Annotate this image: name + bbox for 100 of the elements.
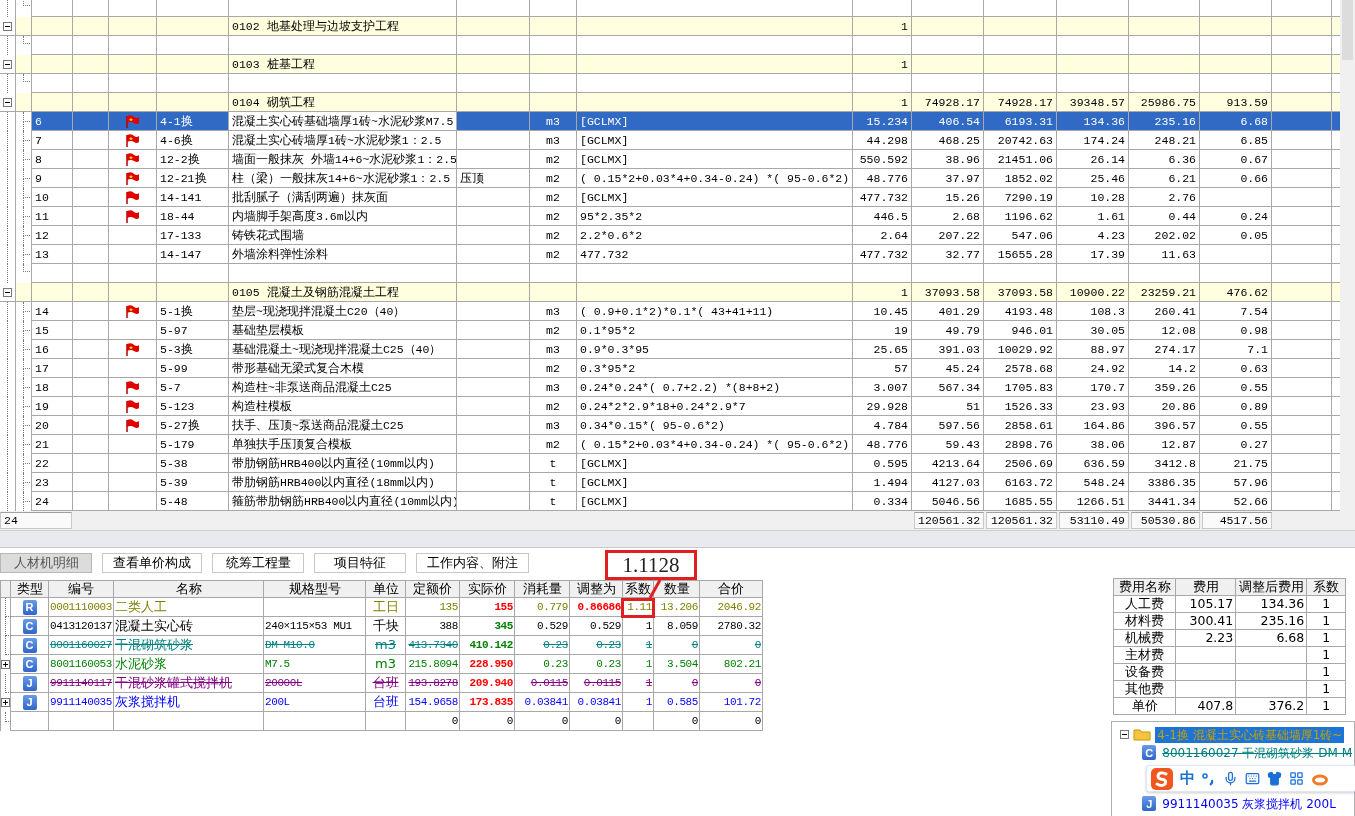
column-header[interactable]: 规格型号 xyxy=(264,581,366,598)
column-header[interactable]: 调整后费用 xyxy=(1236,579,1308,596)
column-header[interactable]: 单位 xyxy=(366,581,406,598)
table-cell: 其他费 xyxy=(1114,681,1177,698)
quantity-cell: 0 xyxy=(654,712,700,731)
coefficient-cell: 1 xyxy=(623,617,654,636)
group-row[interactable]: 0102 地基处理与边坡支护工程 1 xyxy=(16,17,1340,36)
tree-connector xyxy=(5,712,11,722)
keyboard-icon[interactable] xyxy=(1245,771,1261,786)
amount-cell: 11.63 xyxy=(1129,245,1200,264)
total-value: 53110.49 xyxy=(1059,512,1129,529)
shirt-icon[interactable] xyxy=(1267,771,1283,786)
tab[interactable]: 工作内容、附注 xyxy=(416,553,529,573)
tab[interactable]: 统筹工程量 xyxy=(212,553,304,573)
resource-name: 干混砌筑砂浆 xyxy=(114,636,264,655)
collapse-icon[interactable] xyxy=(3,21,12,31)
price-cell: 209.940 xyxy=(460,674,515,693)
group-row[interactable]: 0104 砌筑工程 1 74928.17 74928.17 39348.57 25986.75 913.59 xyxy=(16,93,1340,112)
total-cell: 0 xyxy=(700,674,763,693)
price-cell: 155 xyxy=(460,598,515,617)
unit-cell: 工日 xyxy=(366,598,406,617)
price-cell: 154.9658 xyxy=(406,693,460,712)
empty-cell xyxy=(49,712,114,731)
consumption-cell: 0 xyxy=(515,712,570,731)
tab[interactable]: 查看单价构成 xyxy=(102,553,202,573)
microphone-icon[interactable] xyxy=(1223,771,1239,786)
column-header[interactable]: 系数 xyxy=(1307,579,1347,596)
tree-item[interactable]: 8001160027 干混砌筑砂浆 DM M xyxy=(1160,744,1354,761)
column-header[interactable]: 名称 xyxy=(114,581,264,598)
type-badge: C xyxy=(1142,745,1157,760)
table-row[interactable]: 6 4-1换 混凝土实心砖基础墙厚1砖~水泥砂浆M7.5 m3 [GCLMX] 15.234 406.54 6193.31 134.36 235.16 6.68 xyxy=(0,112,1340,131)
column-header[interactable]: 类型 xyxy=(11,581,49,598)
table-cell: 376.2 xyxy=(1236,698,1308,715)
column-header[interactable]: 调整为 xyxy=(570,581,623,598)
collapse-icon[interactable] xyxy=(3,97,12,107)
column-header[interactable]: 费用名称 xyxy=(1114,579,1177,596)
column-header[interactable]: 消耗量 xyxy=(515,581,570,598)
group-row[interactable]: 0105 混凝土及钢筋混凝土工程 1 37093.58 37093.58 10900.22 23259.21 476.62 xyxy=(16,283,1340,302)
consumption-cell: 0.529 xyxy=(515,617,570,636)
collapse-icon[interactable] xyxy=(3,59,12,69)
empty-cell xyxy=(1176,647,1237,664)
resource-name: 灰浆搅拌机 xyxy=(114,693,264,712)
group-row[interactable]: 0103 桩基工程 1 xyxy=(16,55,1340,74)
empty-cell xyxy=(1176,681,1237,698)
spec-cell: M7.5 xyxy=(264,655,366,674)
scrollbar[interactable] xyxy=(1340,0,1355,530)
tab[interactable]: 项目特征 xyxy=(314,553,406,573)
tree-cell xyxy=(16,112,32,131)
coefficient-cell: 1 xyxy=(623,655,654,674)
quantity-cell: 0 xyxy=(654,674,700,693)
item-name: 基础混凝土~现浇现拌混凝土C25（40） xyxy=(229,340,457,359)
empty-cell xyxy=(1236,647,1308,664)
item-name: 铸铁花式围墙 xyxy=(229,226,457,245)
column-header[interactable]: 合价 xyxy=(700,581,763,598)
quantity-cell: 1 xyxy=(853,55,912,74)
table-cell: 1 xyxy=(1307,664,1347,681)
expand-icon[interactable] xyxy=(1,698,10,707)
expand-icon[interactable] xyxy=(1,660,10,669)
tree-item[interactable]: 9911140035 灰浆搅拌机 200L xyxy=(1160,795,1338,812)
price-cell: 193.8278 xyxy=(406,674,460,693)
item-name: 单独扶手压顶复合模板 xyxy=(229,435,457,454)
total-value: 120561.32 xyxy=(986,512,1057,529)
item-name: 带肋钢筋HRB400以内直径(18mm以内) xyxy=(229,473,457,492)
collapse-icon[interactable] xyxy=(1120,730,1130,739)
column-header[interactable]: 编号 xyxy=(49,581,114,598)
coefficient-cell: 1.11 xyxy=(623,598,654,617)
amount-cell: 15655.28 xyxy=(984,245,1057,264)
resource-code: 9911140035 xyxy=(49,693,114,712)
type-badge: C xyxy=(22,618,37,634)
column-header[interactable]: 定额价 xyxy=(406,581,460,598)
item-name: 内墙脚手架高度3.6m以内 xyxy=(229,207,457,226)
item-name: 箍筋带肋钢筋HRB400以内直径(10mm以内) xyxy=(229,492,457,511)
type-badge: R xyxy=(22,599,37,615)
column-header[interactable]: 实际价 xyxy=(460,581,515,598)
item-name: 垫层~现浇现拌混凝土C20（40） xyxy=(229,302,457,321)
empty-cell xyxy=(1236,681,1308,698)
table-cell: 6.68 xyxy=(1236,630,1308,647)
consumption-cell: 0.03841 xyxy=(515,693,570,712)
adjusted-cell: 0.529 xyxy=(570,617,623,636)
item-name: 带形基础无梁式复合木模 xyxy=(229,359,457,378)
tab[interactable]: 人材机明细 xyxy=(0,553,92,573)
formula-cell: 477.732 xyxy=(577,245,853,264)
ime-mode[interactable]: 中 xyxy=(1180,769,1196,788)
collapse-icon[interactable] xyxy=(3,287,12,297)
unit-cell: m2 xyxy=(530,245,577,264)
column-header[interactable]: 费用 xyxy=(1176,579,1237,596)
resource-code: 8001160027 xyxy=(49,636,114,655)
column-header[interactable]: 数量 xyxy=(654,581,700,598)
total-cell: 0 xyxy=(700,636,763,655)
unit-cell: m3 xyxy=(366,655,406,674)
resource-name: 干混砂浆罐式搅拌机 xyxy=(114,674,264,693)
price-cell: 410.142 xyxy=(460,636,515,655)
table-cell: 设备费 xyxy=(1114,664,1177,681)
item-name: 墙面一般抹灰 外墙14+6~水泥砂浆1：2.5 xyxy=(229,150,457,169)
column-header[interactable]: 系数 xyxy=(623,581,654,598)
quantity-cell: 13.206 xyxy=(654,598,700,617)
price-cell: 0 xyxy=(460,712,515,731)
resource-name: 混凝土实心砖 xyxy=(114,617,264,636)
grid-icon[interactable] xyxy=(1289,771,1305,786)
empty-cell xyxy=(1236,664,1308,681)
